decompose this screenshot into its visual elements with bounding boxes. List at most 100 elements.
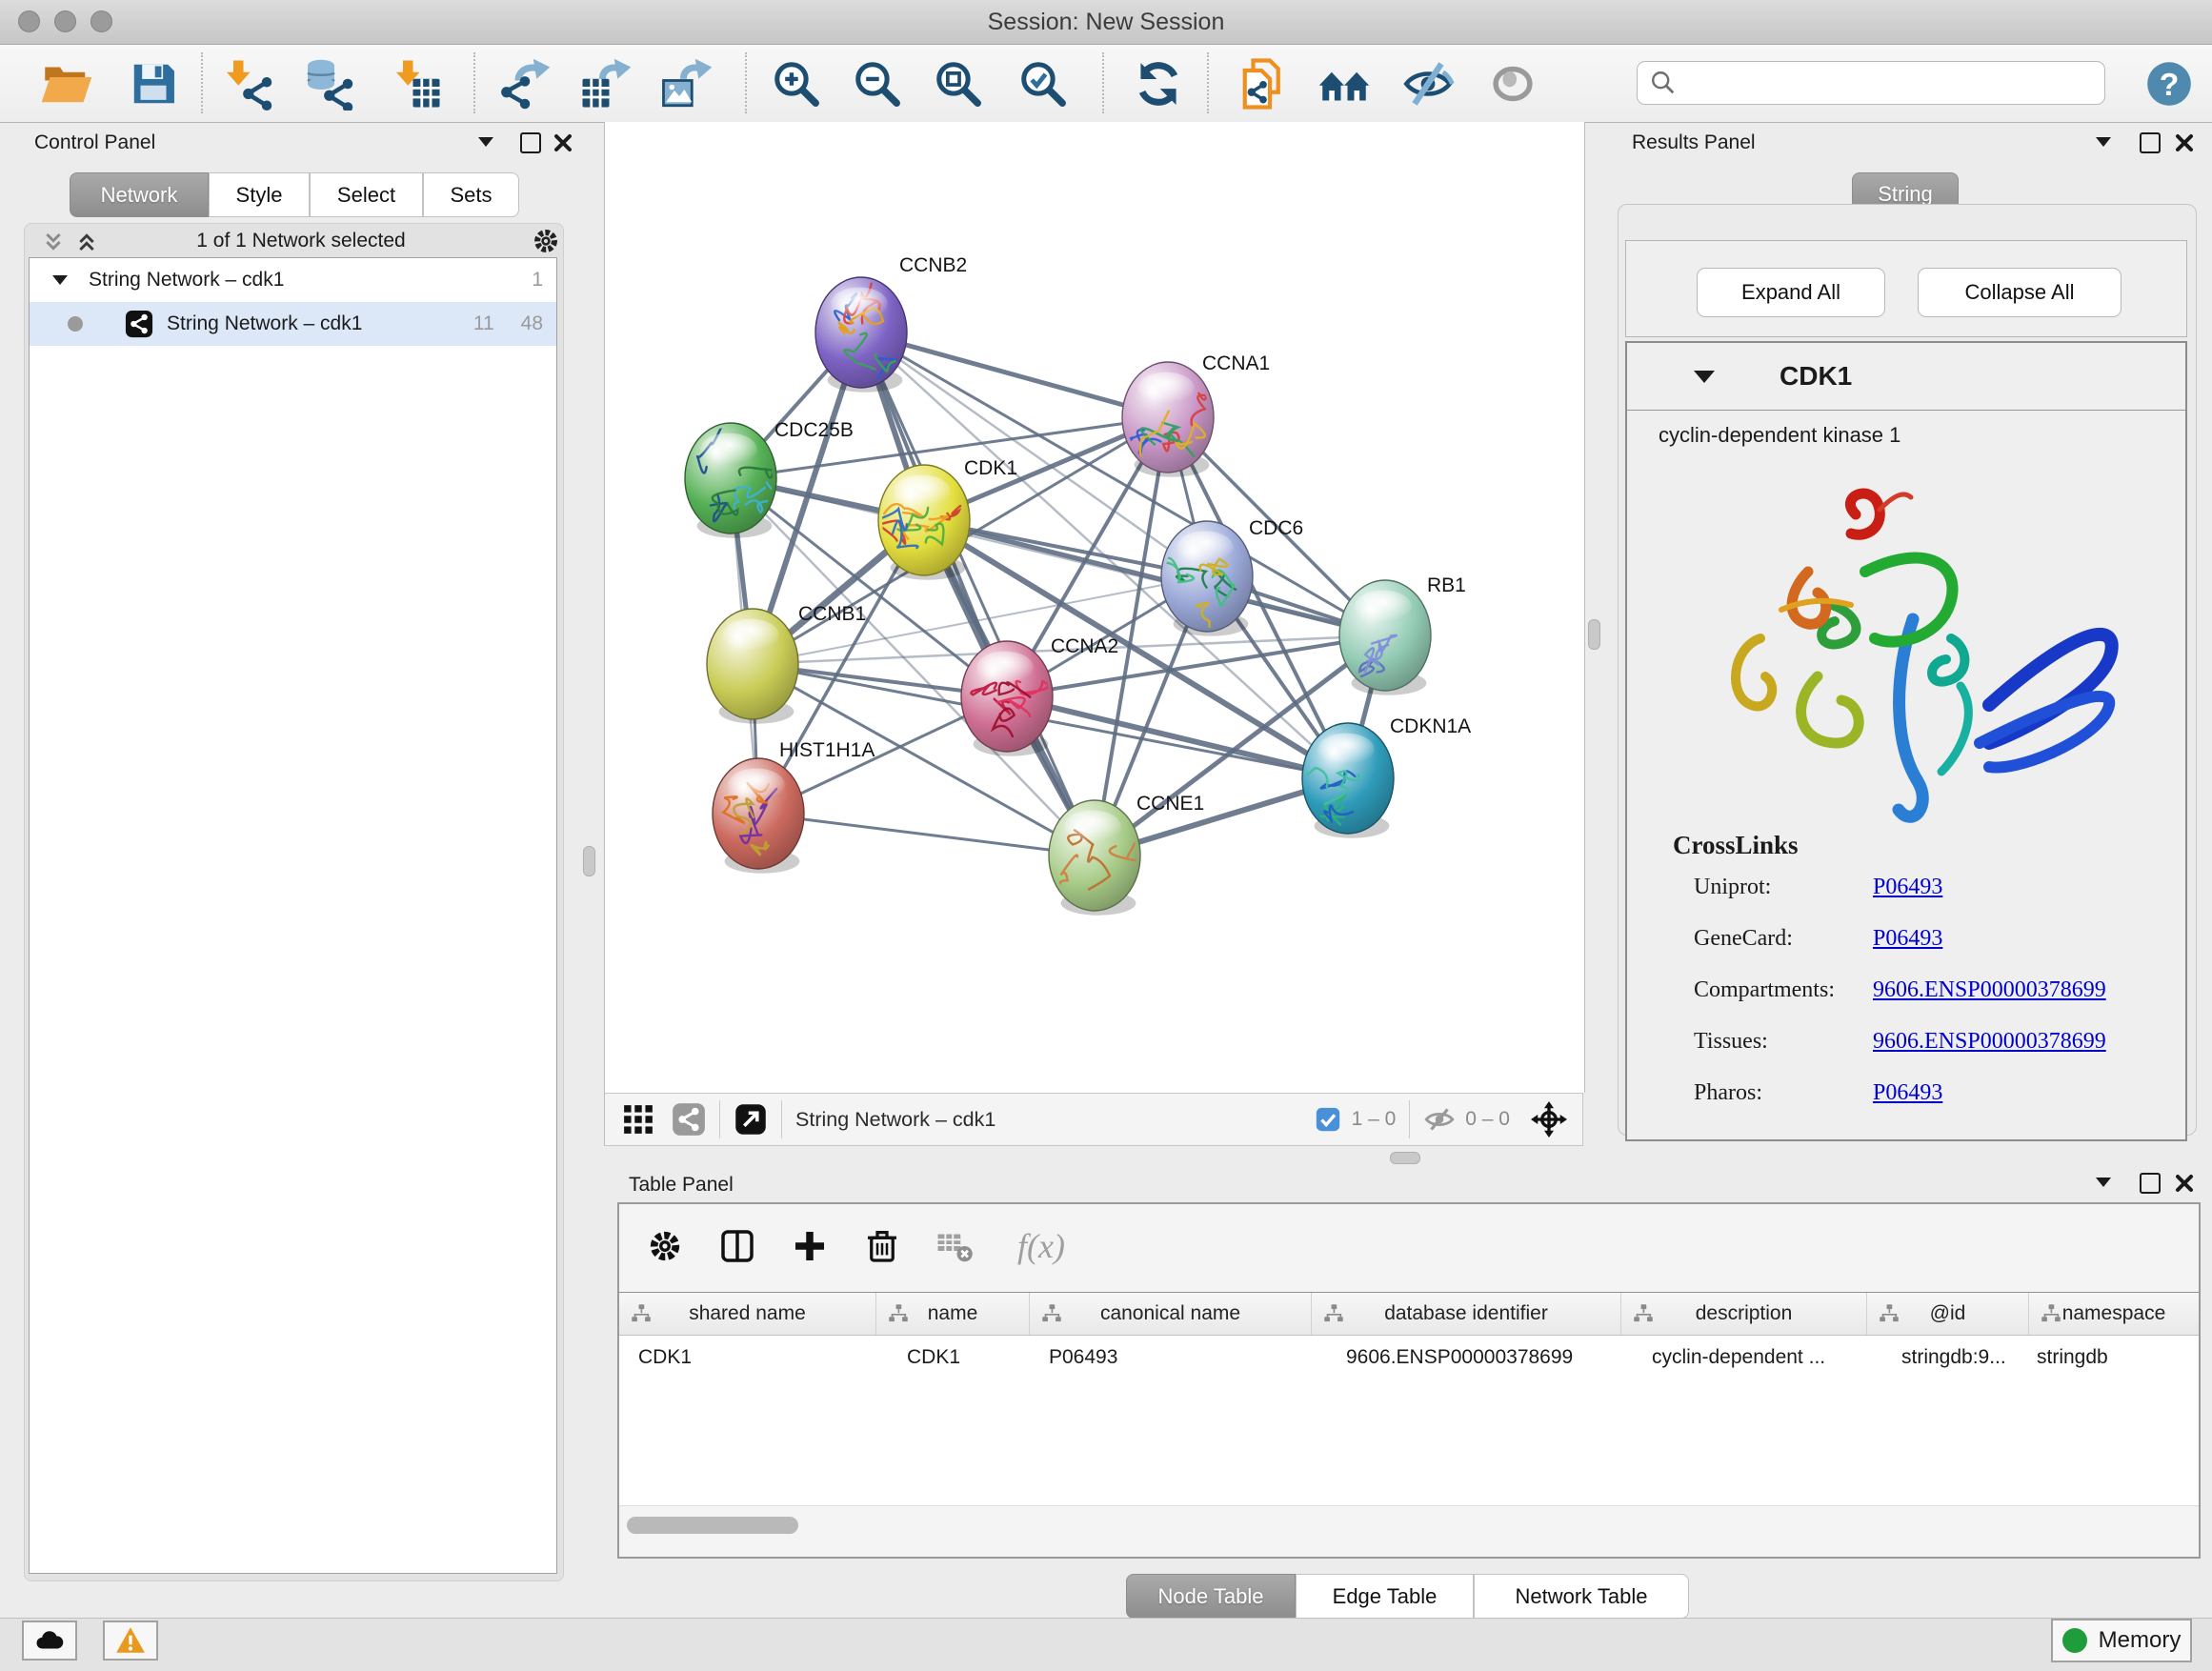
network-row-selected[interactable]: String Network – cdk1 11 48 bbox=[30, 302, 556, 346]
show-all-views-button[interactable] bbox=[1313, 52, 1376, 115]
node-label-RB1: RB1 bbox=[1427, 574, 1466, 596]
table-panel-menu-icon[interactable] bbox=[2096, 1178, 2111, 1187]
left-splitter-handle[interactable] bbox=[583, 846, 595, 876]
column-header-id[interactable]: @id bbox=[1867, 1293, 2029, 1335]
results-panel-float-icon[interactable] bbox=[2140, 132, 2161, 153]
zoom-selected-button[interactable] bbox=[1012, 52, 1075, 115]
import-network-file-button[interactable] bbox=[215, 52, 278, 115]
hide-selected-button[interactable] bbox=[1397, 52, 1459, 115]
right-splitter-handle[interactable] bbox=[1588, 619, 1600, 650]
entry-collapse-icon[interactable] bbox=[1694, 371, 1715, 383]
crosslink-uniprot-link[interactable]: P06493 bbox=[1873, 875, 1942, 900]
zoom-fit-button[interactable] bbox=[927, 52, 990, 115]
column-header-canonical-name[interactable]: canonical name bbox=[1030, 1293, 1312, 1335]
tab-network-table[interactable]: Network Table bbox=[1474, 1574, 1689, 1619]
control-panel-close-icon[interactable] bbox=[553, 132, 573, 153]
table-panel-float-icon[interactable] bbox=[2140, 1173, 2161, 1194]
export-image-button[interactable] bbox=[655, 52, 718, 115]
node-CDK1[interactable] bbox=[869, 465, 970, 580]
delete-column-button[interactable] bbox=[854, 1218, 911, 1275]
collapse-all-button[interactable]: Collapse All bbox=[1918, 268, 2122, 317]
expand-all-chevron-icon[interactable] bbox=[75, 231, 98, 253]
show-columns-button[interactable] bbox=[709, 1218, 766, 1275]
hidden-eye-slash-icon bbox=[1423, 1103, 1456, 1136]
import-network-database-button[interactable] bbox=[296, 52, 359, 115]
import-table-file-button[interactable] bbox=[385, 52, 448, 115]
fit-selected-crosshair-icon[interactable] bbox=[1531, 1101, 1567, 1137]
cdk1-result-entry: CDK1 cyclin-dependent kinase 1 CrossLink… bbox=[1625, 341, 2187, 1141]
crosslink-tissues-link[interactable]: 9606.ENSP00000378699 bbox=[1873, 1029, 2106, 1055]
search-field[interactable] bbox=[1637, 61, 2105, 105]
node-CCNE1[interactable] bbox=[1049, 800, 1140, 916]
toolbar-separator bbox=[1207, 52, 1209, 113]
column-type-icon bbox=[1039, 1301, 1064, 1326]
create-column-button[interactable] bbox=[781, 1218, 838, 1275]
node-CCNA1[interactable] bbox=[1103, 362, 1214, 477]
tab-sets[interactable]: Sets bbox=[423, 172, 519, 217]
new-network-from-selection-button[interactable] bbox=[1232, 52, 1295, 115]
edge-CCNB2-CCNE1[interactable] bbox=[861, 332, 1095, 856]
crosslink-pharos-link[interactable]: P06493 bbox=[1873, 1080, 1942, 1106]
cdk1-entry-header[interactable]: CDK1 bbox=[1627, 343, 2185, 411]
node-CCNA2[interactable] bbox=[961, 641, 1053, 756]
table-panel-close-icon[interactable] bbox=[2174, 1173, 2195, 1194]
network-collection-row[interactable]: String Network – cdk1 1 bbox=[30, 258, 556, 302]
node-label-CCNE1: CCNE1 bbox=[1136, 793, 1204, 815]
memory-status-button[interactable]: Memory bbox=[2051, 1619, 2192, 1662]
table-row[interactable]: CDK1 CDK1 P06493 9606.ENSP00000378699 cy… bbox=[619, 1336, 2199, 1379]
show-hidden-button[interactable] bbox=[1481, 52, 1544, 115]
table-horizontal-scrollbar[interactable] bbox=[627, 1517, 798, 1534]
network-overview-icon[interactable] bbox=[672, 1102, 706, 1137]
node-CDKN1A[interactable] bbox=[1277, 723, 1394, 838]
crosslink-genecard-link[interactable]: P06493 bbox=[1873, 926, 1942, 952]
control-panel-float-icon[interactable] bbox=[520, 132, 541, 153]
grid-view-icon[interactable] bbox=[622, 1103, 654, 1136]
network-view-canvas[interactable]: CCNB2CCNA1CDC25BCDK1CDC6RB1CCNB1CCNA2CDK… bbox=[604, 122, 1585, 1093]
cloud-status-button[interactable] bbox=[22, 1621, 77, 1661]
results-panel-title: Results Panel bbox=[1632, 131, 1756, 154]
export-network-button[interactable] bbox=[493, 52, 556, 115]
expand-all-button[interactable]: Expand All bbox=[1697, 268, 1885, 317]
column-header-database-identifier[interactable]: database identifier bbox=[1312, 1293, 1621, 1335]
selected-checkbox-icon[interactable] bbox=[1314, 1105, 1342, 1134]
bottom-splitter-handle[interactable] bbox=[1390, 1152, 1420, 1164]
tab-select[interactable]: Select bbox=[310, 172, 423, 217]
svg-text:?: ? bbox=[2160, 67, 2180, 103]
column-header-name[interactable]: name bbox=[876, 1293, 1030, 1335]
apply-layout-button[interactable] bbox=[1127, 52, 1190, 115]
tab-edge-table[interactable]: Edge Table bbox=[1296, 1574, 1474, 1619]
network-options-gear-icon[interactable] bbox=[532, 227, 560, 255]
results-panel-close-icon[interactable] bbox=[2174, 132, 2195, 153]
column-header-namespace[interactable]: namespace bbox=[2029, 1293, 2199, 1335]
network-graph[interactable]: CCNB2CCNA1CDC25BCDK1CDC6RB1CCNB1CCNA2CDK… bbox=[605, 122, 1584, 1093]
tab-network[interactable]: Network bbox=[70, 172, 209, 217]
results-panel-menu-icon[interactable] bbox=[2096, 137, 2111, 147]
zoom-out-button[interactable] bbox=[846, 52, 909, 115]
save-session-button[interactable] bbox=[122, 52, 185, 115]
warnings-button[interactable] bbox=[103, 1621, 158, 1661]
open-session-button[interactable] bbox=[35, 52, 98, 115]
column-header-description[interactable]: description bbox=[1621, 1293, 1867, 1335]
edge-HIST1H1A-CCNE1[interactable] bbox=[758, 814, 1095, 856]
node-RB1[interactable] bbox=[1338, 580, 1431, 695]
tab-node-table[interactable]: Node Table bbox=[1126, 1574, 1296, 1619]
export-table-button[interactable] bbox=[574, 52, 637, 115]
collection-expander-icon[interactable] bbox=[52, 275, 68, 285]
detach-view-icon[interactable] bbox=[734, 1102, 768, 1137]
table-settings-button[interactable] bbox=[636, 1218, 694, 1275]
search-input[interactable] bbox=[1678, 70, 2081, 95]
crosslink-compartments-link[interactable]: 9606.ENSP00000378699 bbox=[1873, 977, 2106, 1003]
network-row-label: String Network – cdk1 bbox=[167, 312, 362, 335]
node-CCNB1[interactable] bbox=[707, 609, 798, 724]
zoom-in-button[interactable] bbox=[765, 52, 828, 115]
node-CCNB2[interactable] bbox=[815, 274, 909, 392]
help-button[interactable]: ? bbox=[2138, 52, 2201, 115]
cell-canonical-name: P06493 bbox=[1030, 1336, 1312, 1379]
control-panel-menu-icon[interactable] bbox=[478, 137, 493, 147]
collapse-all-chevron-icon[interactable] bbox=[42, 231, 65, 253]
column-header-shared-name[interactable]: shared name bbox=[619, 1293, 876, 1335]
node-HIST1H1A[interactable] bbox=[713, 758, 804, 874]
node-CDC25B[interactable] bbox=[685, 423, 784, 538]
tab-style[interactable]: Style bbox=[209, 172, 310, 217]
edge-CCNA2-CDKN1A[interactable] bbox=[1007, 696, 1348, 778]
